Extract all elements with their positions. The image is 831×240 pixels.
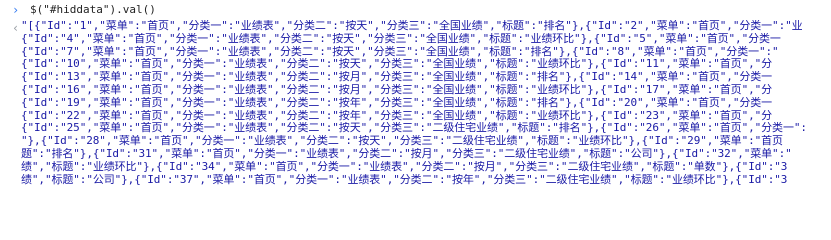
prompt-chevron-icon: › [12,3,20,17]
output-line: {"Id":"7","菜单":"首页","分类一":"业绩表","分类二":"按… [21,45,779,58]
output-line: {"Id":"13","菜单":"首页","分类一":"业绩表","分类二":"… [21,71,773,84]
console-command-text[interactable]: $("#hiddata").val() [30,2,156,18]
output-line: {"Id":"25","菜单":"首页","分类一":"业绩表","分类二":"… [21,122,807,135]
output-line: {"Id":"22","菜单":"首页","分类一":"业绩表","分类二":"… [21,109,773,122]
output-line: 绩","标题":"业绩环比"},{"Id":"34","菜单":"首页","分类… [21,160,788,173]
output-line: {"Id":"10","菜单":"首页","分类一":"业绩表","分类二":"… [21,58,773,71]
output-line: 绩","标题":"公司"},{"Id":"37","菜单":"首页","分类一"… [21,173,788,186]
devtools-console: › $("#hiddata").val() ‹ "[{"Id":"1","菜单"… [0,0,831,202]
output-line: {"Id":"4","菜单":"首页","分类一":"业绩表","分类二":"按… [21,32,781,45]
result-chevron-icon: ‹ [12,21,20,35]
output-line: 题":"排名"},{"Id":"31","菜单":"首页","分类一":"业绩表… [21,147,792,160]
output-line: "},{"Id":"28","菜单":"首页","分类一":"业绩表","分类二… [21,135,783,148]
console-result-row: ‹ "[{"Id":"1","菜单":"首页","分类一":"业绩表","分类二… [0,20,831,202]
output-line: {"Id":"16","菜单":"首页","分类一":"业绩表","分类二":"… [21,83,773,96]
output-line: "[{"Id":"1","菜单":"首页","分类一":"业绩表","分类二":… [21,20,803,32]
console-output-string[interactable]: "[{"Id":"1","菜单":"首页","分类一":"业绩表","分类二":… [21,20,831,186]
output-line: {"Id":"19","菜单":"首页","分类一":"业绩表","分类二":"… [21,96,773,109]
